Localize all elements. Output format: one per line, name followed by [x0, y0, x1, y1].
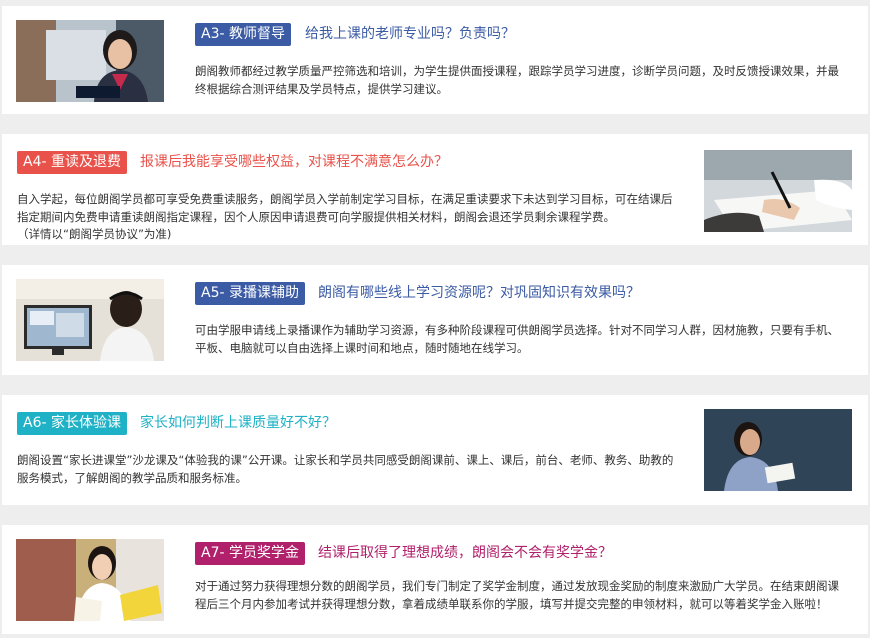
section-description: 朗阁设置“家长进课堂”沙龙课及“体验我的课”公开课。让家长和学员共同感受朗阁课前…: [17, 453, 674, 485]
section-description: 自入学起，每位朗阁学员都可享受免费重读服务，朗阁学员入学前制定学习目标，在满足重…: [17, 192, 673, 224]
section-description: 对于通过努力获得理想分数的朗阁学员，我们专门制定了奖学金制度，通过发放现金奖励的…: [195, 579, 839, 611]
card-a3: A3- 教师督导 给我上课的老师专业吗？负责吗？ 朗阁教师都经过教学质量严控筛选…: [2, 6, 868, 114]
section-question: 家长如何判断上课质量好不好？: [140, 415, 336, 431]
section-question: 朗阁有哪些线上学习资源呢？对巩固知识有效果吗？: [318, 285, 640, 301]
online-study-photo: [16, 279, 164, 361]
section-badge: A6- 家长体验课: [17, 412, 127, 435]
happy-student-photo: [16, 539, 164, 621]
section-badge: A7- 学员奖学金: [195, 542, 305, 565]
card-a6: A6- 家长体验课 家长如何判断上课质量好不好？ 朗阁设置“家长进课堂”沙龙课及…: [2, 395, 868, 505]
section-question: 给我上课的老师专业吗？负责吗？: [305, 26, 515, 42]
section-badge: A3- 教师督导: [195, 23, 291, 46]
teacher-portrait-photo: [16, 20, 164, 102]
section-badge: A5- 录播课辅助: [195, 282, 305, 305]
section-description: 朗阁教师都经过教学质量严控筛选和培训，为学生提供面授课程，跟踪学员学习进度，诊断…: [195, 64, 839, 96]
section-description: 可由学服申请线上录播课作为辅助学习资源，有多种阶段课程可供朗阁学员选择。针对不同…: [195, 323, 839, 355]
card-a4: A4- 重读及退费 报课后我能享受哪些权益，对课程不满意怎么办？ 自入学起，每位…: [2, 134, 868, 245]
card-a5: A5- 录播课辅助 朗阁有哪些线上学习资源呢？对巩固知识有效果吗？ 可由学服申请…: [2, 265, 868, 375]
teacher-blackboard-photo: [704, 409, 852, 491]
section-question: 报课后我能享受哪些权益，对课程不满意怎么办？: [140, 154, 448, 170]
signing-document-photo: [704, 150, 852, 232]
section-question: 结课后取得了理想成绩，朗阁会不会有奖学金？: [318, 545, 612, 561]
card-a7: A7- 学员奖学金 结课后取得了理想成绩，朗阁会不会有奖学金？ 对于通过努力获得…: [2, 525, 868, 634]
section-note: （详情以“朗阁学员协议”为准): [17, 227, 172, 241]
section-badge: A4- 重读及退费: [17, 151, 127, 174]
